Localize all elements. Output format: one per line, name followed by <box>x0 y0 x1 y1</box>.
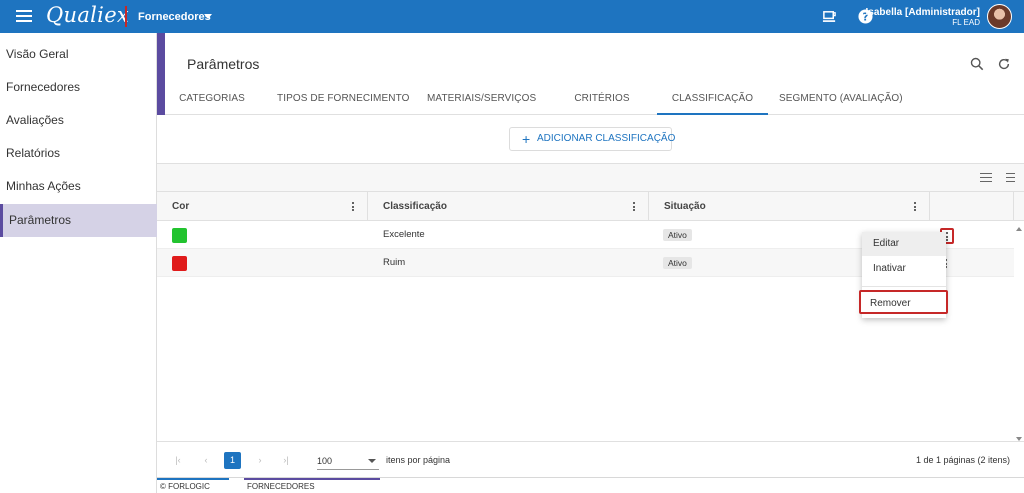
sidebar-item-minhas-acoes[interactable]: Minhas Ações <box>0 170 157 203</box>
footer-copyright: © FORLOGIC 2024 <box>157 478 229 493</box>
coffee-icon[interactable] <box>822 9 837 24</box>
color-swatch <box>172 256 187 271</box>
grid-toolbar <box>157 164 1024 192</box>
column-header-classificacao[interactable]: Classificação <box>368 192 649 221</box>
status-badge: Ativo <box>663 229 692 241</box>
previous-page-button[interactable]: ‹ <box>199 453 213 467</box>
refresh-icon[interactable] <box>997 57 1011 71</box>
logo-divider <box>125 6 127 27</box>
chevron-down-icon[interactable] <box>204 14 212 19</box>
sidebar-item-visao-geral[interactable]: Visão Geral <box>0 38 157 71</box>
row-context-menu: Editar Inativar Remover <box>859 232 948 318</box>
plus-icon: + <box>522 131 531 147</box>
next-page-button[interactable]: › <box>253 453 267 467</box>
menu-item-remover[interactable]: Remover <box>859 290 948 314</box>
sidebar-item-avaliacoes[interactable]: Avaliações <box>0 104 157 137</box>
menu-item-editar[interactable]: Editar <box>862 232 946 256</box>
color-swatch <box>172 228 187 243</box>
table-header: Cor Classificação Situação <box>157 192 1024 221</box>
column-menu-icon[interactable] <box>352 202 355 211</box>
avatar[interactable] <box>987 4 1012 29</box>
page-title: Parâmetros <box>187 56 260 72</box>
column-menu-icon[interactable] <box>633 202 636 211</box>
top-bar: Qualiex Fornecedores ? Isabella [Adminis… <box>0 0 1024 33</box>
add-classification-button[interactable]: + ADICIONAR CLASSIFICAÇÃO <box>509 127 676 151</box>
tab-categorias[interactable]: CATEGORIAS <box>170 84 254 115</box>
vertical-scrollbar[interactable] <box>1014 221 1024 441</box>
first-page-button[interactable]: |‹ <box>171 453 185 467</box>
sidebar-item-parametros[interactable]: Parâmetros <box>0 204 157 237</box>
menu-icon[interactable] <box>16 10 32 23</box>
sidebar-item-fornecedores[interactable]: Fornecedores <box>0 71 157 104</box>
classification-grid: Cor Classificação Situação Excelente Ati… <box>157 163 1024 477</box>
menu-divider <box>862 286 946 287</box>
user-unit: FL EAD <box>952 18 980 27</box>
menu-item-inativar[interactable]: Inativar <box>862 257 946 281</box>
last-page-button[interactable]: ›| <box>279 453 293 467</box>
pager: |‹ ‹ 1 › ›| 100 itens por página 1 de 1 … <box>157 441 1024 477</box>
column-chooser-icon[interactable] <box>1006 173 1015 183</box>
tab-materiais-servicos[interactable]: MATERIAIS/SERVIÇOS <box>427 84 536 115</box>
column-header-actions <box>930 192 1014 221</box>
chevron-down-icon <box>368 459 376 463</box>
scroll-up-icon[interactable] <box>1016 227 1022 231</box>
tab-bar: CATEGORIAS TIPOS DE FORNECIMENTO MATERIA… <box>165 84 1024 115</box>
sidebar-item-relatorios[interactable]: Relatórios <box>0 137 157 170</box>
tab-segmento-avaliacao[interactable]: SEGMENTO (AVALIAÇÃO) <box>779 84 903 115</box>
current-page-button[interactable]: 1 <box>224 452 241 469</box>
list-view-icon[interactable] <box>980 173 992 183</box>
cell-classification: Excelente <box>383 229 425 240</box>
tab-tipos-de-fornecimento[interactable]: TIPOS DE FORNECIMENTO <box>277 84 409 115</box>
page-size-label: itens por página <box>386 455 451 465</box>
page-size-select[interactable]: 100 <box>317 452 379 470</box>
column-header-cor[interactable]: Cor <box>157 192 368 221</box>
column-header-situacao[interactable]: Situação <box>649 192 930 221</box>
user-name[interactable]: Isabella [Administrador] <box>866 7 980 18</box>
pager-info: 1 de 1 páginas (2 itens) <box>915 455 1010 465</box>
search-icon[interactable] <box>970 57 984 71</box>
sidebar: Visão Geral Fornecedores Avaliações Rela… <box>0 33 157 493</box>
add-classification-label: ADICIONAR CLASSIFICAÇÃO <box>537 133 676 144</box>
footer-tab-fornecedores[interactable]: FORNECEDORES <box>244 478 380 493</box>
brand-logo[interactable]: Qualiex <box>46 3 129 27</box>
tab-criterios[interactable]: CRITÉRIOS <box>570 84 634 115</box>
cell-classification: Ruim <box>383 257 406 268</box>
status-badge: Ativo <box>663 257 692 269</box>
header-accent-bar <box>157 33 165 115</box>
column-menu-icon[interactable] <box>914 202 917 211</box>
footer: © FORLOGIC 2024 FORNECEDORES <box>157 477 1024 493</box>
tab-classificacao[interactable]: CLASSIFICAÇÃO <box>657 84 768 115</box>
module-selector-label[interactable]: Fornecedores <box>138 11 211 23</box>
